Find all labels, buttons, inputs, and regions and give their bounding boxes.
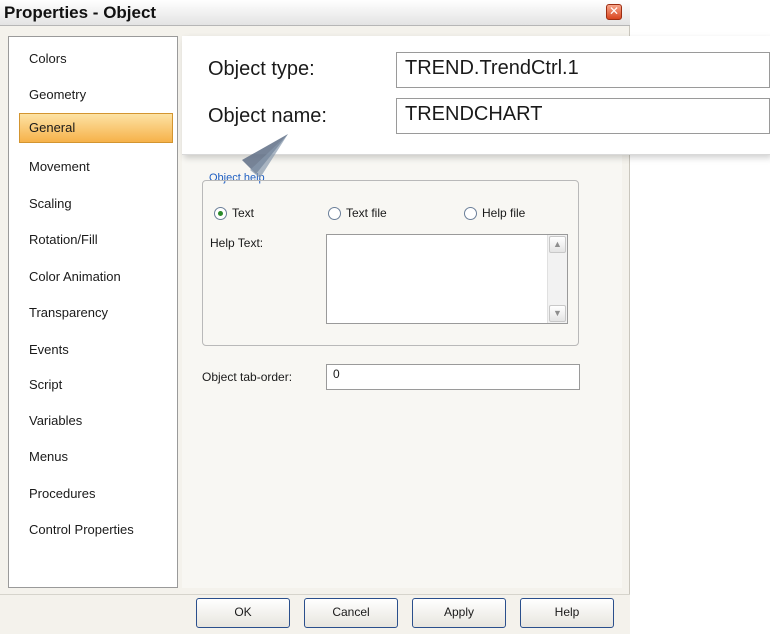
radio-text[interactable]: Text xyxy=(214,204,254,222)
help-text-scrollbar[interactable]: ▲ ▼ xyxy=(547,235,567,323)
sidebar-item-script[interactable]: Script xyxy=(19,371,173,401)
scroll-down-icon[interactable]: ▼ xyxy=(549,305,566,322)
sidebar-item-transparency[interactable]: Transparency xyxy=(19,299,173,329)
radio-help-file[interactable]: Help file xyxy=(464,204,525,222)
sidebar-item-scaling[interactable]: Scaling xyxy=(19,190,173,220)
sidebar-item-menus[interactable]: Menus xyxy=(19,443,173,473)
object-type-label: Object type: xyxy=(208,58,315,80)
sidebar-item-general[interactable]: General xyxy=(19,113,173,143)
callout-pointer-arrow-icon xyxy=(242,134,288,178)
sidebar-item-procedures[interactable]: Procedures xyxy=(19,480,173,510)
help-text-label: Help Text: xyxy=(210,236,264,250)
window-title: Properties - Object xyxy=(4,3,157,22)
sidebar-item-variables[interactable]: Variables xyxy=(19,407,173,437)
radio-unchecked-icon xyxy=(464,206,477,220)
radio-text-file[interactable]: Text file xyxy=(328,204,387,222)
object-name-label: Object name: xyxy=(208,105,327,127)
radio-unchecked-icon xyxy=(328,206,341,220)
sidebar-item-color-animation[interactable]: Color Animation xyxy=(19,263,173,293)
scroll-up-icon[interactable]: ▲ xyxy=(549,236,566,253)
ok-button[interactable]: OK xyxy=(196,598,290,628)
sidebar-item-events[interactable]: Events xyxy=(19,336,173,366)
sidebar-item-movement[interactable]: Movement xyxy=(19,153,173,183)
object-type-field: TREND.TrendCtrl.1 xyxy=(396,52,770,88)
radio-checked-icon xyxy=(214,206,227,220)
help-text-area[interactable]: ▲ ▼ xyxy=(326,234,568,324)
object-name-field[interactable]: TRENDCHART xyxy=(396,98,770,134)
tab-order-input[interactable]: 0 xyxy=(326,364,580,390)
cancel-button[interactable]: Cancel xyxy=(304,598,398,628)
title-bar[interactable]: Properties - Object ✕ xyxy=(0,0,630,26)
help-button[interactable]: Help xyxy=(520,598,614,628)
sidebar-item-control-properties[interactable]: Control Properties xyxy=(19,516,173,546)
close-icon[interactable]: ✕ xyxy=(606,4,622,20)
radio-help-file-label: Help file xyxy=(482,206,526,220)
sidebar-item-rotation-fill[interactable]: Rotation/Fill xyxy=(19,226,173,256)
radio-text-label: Text xyxy=(232,206,255,220)
tab-order-label: Object tab-order: xyxy=(202,370,293,384)
sidebar-item-geometry[interactable]: Geometry xyxy=(19,81,173,111)
apply-button[interactable]: Apply xyxy=(412,598,506,628)
radio-text-file-label: Text file xyxy=(346,206,387,220)
category-sidebar: Colors Geometry General Movement Scaling… xyxy=(8,36,178,588)
sidebar-item-colors[interactable]: Colors xyxy=(19,45,173,75)
